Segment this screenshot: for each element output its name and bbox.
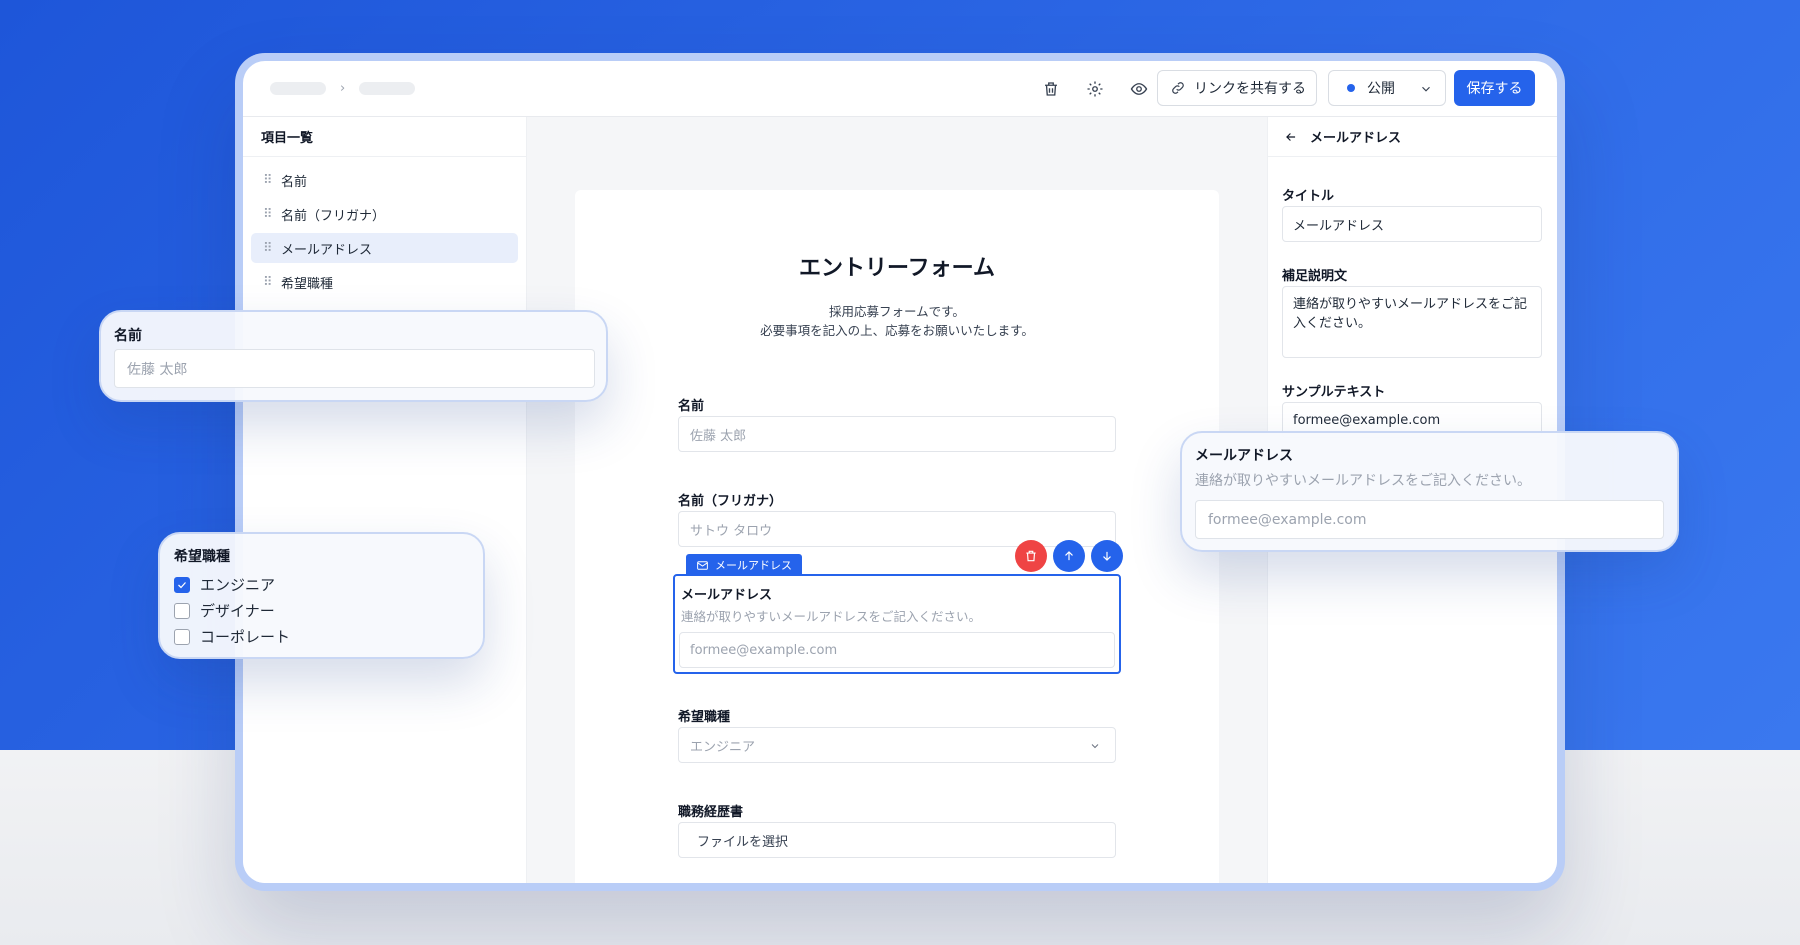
name-field-label: 名前 [678, 399, 705, 414]
floating-email-help: 連絡が取りやすいメールアドレスをご記入ください。 [1195, 473, 1531, 489]
floating-name-input[interactable]: 佐藤 太郎 [114, 349, 595, 388]
settings-sample-label: サンプルテキスト [1282, 385, 1386, 400]
drag-handle-icon[interactable]: ⠿ [263, 241, 273, 256]
arrow-up-icon [1065, 551, 1073, 561]
job-option-label: デザイナー [200, 602, 275, 620]
form-description-line: 採用応募フォームです。 [829, 304, 965, 319]
settings-desc-textarea[interactable]: 連絡が取りやすいメールアドレスをご記入ください。 [1282, 286, 1542, 358]
mail-icon [697, 560, 708, 570]
job-select[interactable]: エンジニア [678, 727, 1116, 763]
job-option-corporate[interactable]: コーポレート [174, 626, 290, 647]
floating-email-card: メールアドレス 連絡が取りやすいメールアドレスをご記入ください。 formee@… [1180, 431, 1679, 552]
move-up-button[interactable] [1053, 540, 1085, 572]
kana-field-label: 名前（フリガナ） [678, 494, 783, 509]
floating-job-card: 希望職種 エンジニア デザイナー コーポレート [158, 532, 485, 659]
checkbox-checked[interactable] [174, 576, 190, 593]
sidebar-item-email[interactable]: ⠿ メールアドレス [251, 233, 518, 263]
floating-name-card: 名前 佐藤 太郎 [99, 310, 608, 402]
status-dot-icon [1347, 84, 1355, 92]
job-option-label: コーポレート [200, 628, 291, 646]
job-select-value: エンジニア [690, 739, 756, 755]
trash-icon[interactable] [1037, 75, 1065, 103]
selected-email-field[interactable]: メールアドレス 連絡が取りやすいメールアドレスをご記入ください。 formee@… [673, 574, 1121, 674]
job-option-label: エンジニア [200, 576, 276, 594]
trash-icon [1026, 550, 1036, 562]
link-icon [1172, 82, 1184, 94]
floating-name-label: 名前 [114, 328, 142, 344]
floating-email-label: メールアドレス [1195, 448, 1293, 464]
floating-job-label: 希望職種 [174, 549, 230, 565]
email-input[interactable]: formee@example.com [679, 632, 1115, 668]
floating-email-input[interactable]: formee@example.com [1195, 500, 1664, 539]
form-title[interactable]: エントリーフォーム [575, 250, 1219, 282]
resume-file-input[interactable]: ファイルを選択 [678, 822, 1116, 858]
delete-field-button[interactable] [1015, 540, 1047, 572]
checkbox[interactable] [174, 628, 190, 645]
top-bar: › リンクを共有する 公開 保存する [243, 61, 1557, 117]
job-option-engineer[interactable]: エンジニア [174, 574, 275, 595]
publish-status-select[interactable]: 公開 [1328, 70, 1446, 106]
eye-icon[interactable] [1125, 75, 1153, 103]
selected-field-tag: メールアドレス [686, 554, 802, 576]
check-icon [178, 581, 186, 588]
form-preview-card: エントリーフォーム 採用応募フォームです。 必要事項を記入の上、応募をお願いいた… [575, 190, 1219, 883]
sidebar-item-job[interactable]: ⠿ 希望職種 [251, 267, 518, 297]
form-description-line: 必要事項を記入の上、応募をお願いいたします。 [760, 323, 1034, 338]
sidebar-item-kana[interactable]: ⠿ 名前（フリガナ） [251, 199, 518, 229]
share-link-button[interactable]: リンクを共有する [1157, 70, 1317, 106]
field-list: ⠿ 名前 ⠿ 名前（フリガナ） ⠿ メールアドレス ⠿ 希望職種 [243, 157, 526, 309]
drag-handle-icon[interactable]: ⠿ [263, 275, 273, 290]
arrow-left-icon[interactable] [1284, 130, 1298, 144]
sidebar-item-label: 希望職種 [281, 276, 334, 292]
arrow-down-icon [1103, 551, 1111, 561]
chevron-right-icon: › [340, 81, 346, 96]
job-option-designer[interactable]: デザイナー [174, 600, 275, 621]
share-link-label: リンクを共有する [1194, 81, 1306, 97]
sidebar-item-label: 名前 [281, 174, 308, 190]
field-list-sidebar: 項目一覧 ⠿ 名前 ⠿ 名前（フリガナ） ⠿ メールアドレス ⠿ 希望職種 [243, 117, 527, 883]
drag-handle-icon[interactable]: ⠿ [263, 173, 273, 188]
breadcrumb-item[interactable] [359, 82, 416, 95]
form-description[interactable]: 採用応募フォームです。 必要事項を記入の上、応募をお願いいたします。 [575, 302, 1219, 340]
job-field-label: 希望職種 [678, 710, 731, 725]
settings-title-label: タイトル [1282, 189, 1335, 204]
selected-field-tag-label: メールアドレス [715, 559, 792, 572]
chevron-down-icon [1422, 86, 1430, 92]
form-canvas: エントリーフォーム 採用応募フォームです。 必要事項を記入の上、応募をお願いいた… [527, 117, 1267, 883]
sidebar-title: 項目一覧 [243, 117, 526, 157]
publish-status-value: 公開 [1367, 81, 1395, 97]
sidebar-item-label: メールアドレス [281, 242, 373, 258]
chevron-down-icon [1091, 744, 1099, 749]
breadcrumb: › [270, 81, 416, 96]
email-field-label: メールアドレス [681, 588, 773, 603]
settings-title: メールアドレス [1310, 131, 1402, 146]
drag-handle-icon[interactable]: ⠿ [263, 207, 273, 222]
kana-input[interactable]: サトウ タロウ [678, 511, 1116, 547]
settings-desc-label: 補足説明文 [1282, 269, 1348, 284]
checkbox[interactable] [174, 602, 190, 619]
email-field-help: 連絡が取りやすいメールアドレスをご記入ください。 [681, 609, 982, 624]
settings-title-input[interactable]: メールアドレス [1282, 206, 1542, 242]
gear-icon[interactable] [1081, 75, 1109, 103]
move-down-button[interactable] [1091, 540, 1123, 572]
save-button[interactable]: 保存する [1454, 70, 1535, 106]
sidebar-item-name[interactable]: ⠿ 名前 [251, 165, 518, 195]
breadcrumb-item[interactable] [270, 82, 326, 95]
resume-field-label: 職務経歴書 [678, 805, 744, 820]
settings-header: メールアドレス [1268, 117, 1557, 157]
name-input[interactable]: 佐藤 太郎 [678, 416, 1116, 452]
sidebar-item-label: 名前（フリガナ） [281, 208, 386, 224]
